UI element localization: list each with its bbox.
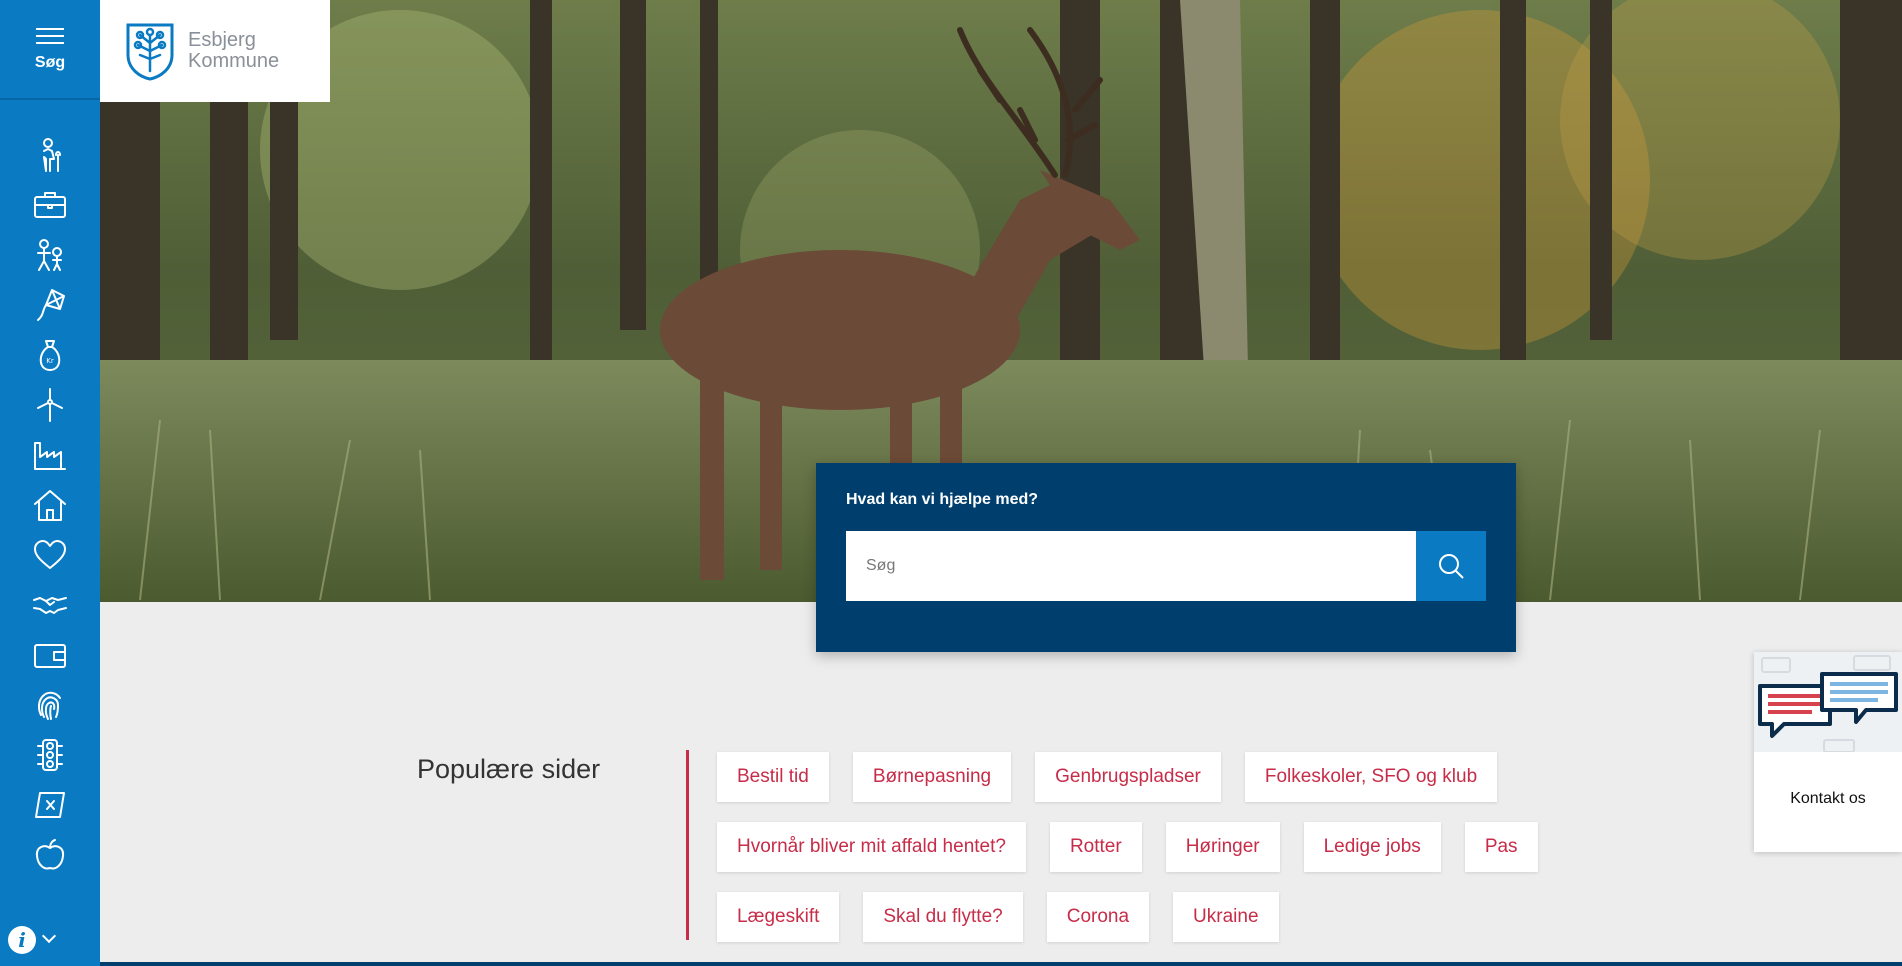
fingerprint-icon[interactable] [0,680,100,730]
handshake-icon[interactable] [0,580,100,630]
hamburger-icon [36,26,64,46]
apple-icon[interactable] [0,830,100,880]
popular-link[interactable]: Hvornår bliver mit affald hentet? [717,822,1026,872]
chevron-down-icon [41,928,57,944]
factory-icon[interactable] [0,430,100,480]
menu-label: Søg [34,54,66,71]
popular-link[interactable]: Pas [1464,822,1538,872]
logo-line-2: Kommune [188,50,280,72]
contact-label: Kontakt os [1790,790,1866,807]
logo-text: Esbjerg Kommune [188,30,279,72]
person-cane-icon[interactable] [0,130,100,180]
popular-link[interactable]: Børnepasning [852,752,1012,802]
logo[interactable]: Esbjerg Kommune [100,0,330,102]
family-icon[interactable] [0,230,100,280]
popular-link[interactable]: Ukraine [1173,892,1279,942]
svg-text:Kr: Kr [46,357,54,365]
popular-link[interactable]: Høringer [1165,822,1280,872]
sidebar-icon-list: Kr [0,130,100,880]
money-bag-icon[interactable]: Kr [0,330,100,380]
coat-of-arms-icon [126,23,174,81]
popular-link[interactable]: Bestil tid [717,752,829,802]
search-row [846,531,1486,601]
popular-link[interactable]: Genbrugspladser [1035,752,1221,802]
popular-link[interactable]: Ledige jobs [1303,822,1441,872]
sidebar: Søg Kr i [0,0,100,966]
logo-line-1: Esbjerg [188,29,256,51]
menu-search-button[interactable]: Søg [0,0,100,100]
info-button[interactable]: i [8,926,57,954]
ballot-icon[interactable] [0,780,100,830]
house-icon[interactable] [0,480,100,530]
popular-divider [686,750,689,940]
popular-link[interactable]: Folkeskoler, SFO og klub [1244,752,1498,802]
popular-link[interactable]: Skal du flytte? [863,892,1023,942]
traffic-light-icon[interactable] [0,730,100,780]
popular-link[interactable]: Lægeskift [717,892,840,942]
info-icon: i [8,926,36,954]
popular-link[interactable]: Rotter [1049,822,1142,872]
popular-pages-title: Populære sider [417,754,601,784]
popular-link[interactable]: Corona [1046,892,1150,942]
popular-pages-list: Bestil tid Børnepasning Genbrugspladser … [717,752,1577,942]
briefcase-icon[interactable] [0,180,100,230]
search-panel: Hvad kan vi hjælpe med? [816,463,1516,652]
kite-icon[interactable] [0,280,100,330]
wallet-icon[interactable] [0,630,100,680]
chat-bubbles-icon [1754,652,1902,752]
wind-turbine-icon[interactable] [0,380,100,430]
search-button[interactable] [1416,531,1486,601]
bottom-border [100,962,1902,966]
search-icon [1439,554,1464,579]
search-title: Hvad kan vi hjælpe med? [846,491,1039,508]
heart-icon[interactable] [0,530,100,580]
search-input[interactable] [846,531,1416,601]
contact-widget[interactable]: Kontakt os [1754,652,1902,852]
